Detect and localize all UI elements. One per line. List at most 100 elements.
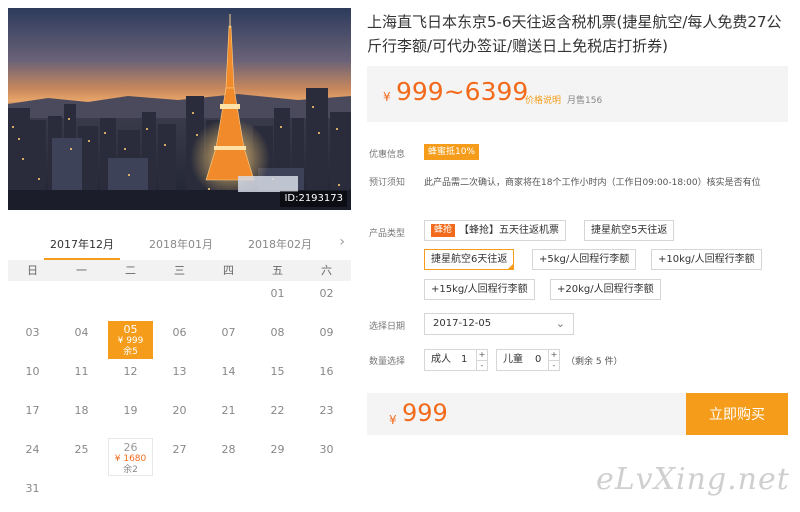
calendar-day-18: 18 (57, 398, 106, 437)
chevron-right-icon[interactable]: › (339, 234, 345, 250)
date-select[interactable]: 2017-12-05 ⌄ (424, 313, 574, 335)
calendar-day-04: 04 (57, 320, 106, 359)
calendar-day-09: 09 (302, 320, 351, 359)
calendar-day-number: 07 (221, 326, 236, 339)
price-range: 999~6399 (396, 77, 529, 106)
child-value: 0 (535, 354, 542, 365)
calendar-day-number: 24 (25, 443, 40, 456)
calendar-day-26[interactable]: 26 ¥ 1680 余2 (108, 438, 153, 476)
weekday-label: 三 (174, 264, 185, 277)
booking-notice-text: 此产品需二次确认，商家将在18个工作小时内（工作日09:00-18:00）核实是… (424, 178, 761, 188)
calendar-day-number: 05 (123, 323, 138, 336)
hot-tag: 蜂抢 (431, 224, 456, 237)
buy-now-button[interactable]: 立即购买 (686, 393, 788, 435)
option-jetstar-5day[interactable]: 捷星航空5天往返 (584, 220, 675, 241)
calendar-day-16: 16 (302, 359, 351, 398)
child-minus-button[interactable]: - (549, 360, 559, 370)
calendar-day-number: 15 (270, 365, 285, 378)
adult-stepper-buttons: + - (476, 350, 487, 370)
calendar-day-24: 24 (8, 437, 57, 476)
calendar-day-30: 30 (302, 437, 351, 476)
weekday-label: 六 (321, 264, 332, 277)
option-plus-5kg[interactable]: +5kg/人回程行李额 (532, 249, 637, 270)
calendar-day-number: 04 (74, 326, 89, 339)
calendar-day-22: 22 (253, 398, 302, 437)
calendar-day-27: 27 (155, 437, 204, 476)
remaining-stock: （剩余 5 件） (566, 357, 623, 367)
option-plus-20kg[interactable]: +20kg/人回程行李额 (550, 279, 661, 300)
calendar-day-number: 19 (123, 404, 138, 417)
calendar-day-number: 28 (221, 443, 236, 456)
calendar-day-19: 19 (106, 398, 155, 437)
adult-quantity-stepper[interactable]: 成人 1 + - (424, 349, 488, 371)
adult-plus-button[interactable]: + (477, 350, 487, 360)
calendar-day-28: 28 (204, 437, 253, 476)
calendar-grid: 01 02 03 04 05 ¥ 999 余5 06 07 08 09 10 11 12 13 14 15 16 1… (8, 281, 351, 512)
calendar-day-number: 31 (25, 482, 40, 495)
price-currency: ¥ (383, 90, 391, 104)
product-type-label: 产品类型 (369, 229, 406, 239)
calendar-day-01: 01 (253, 281, 302, 320)
tab-month-2017-12[interactable]: 2017年12月 (44, 236, 120, 260)
calendar-day-11: 11 (57, 359, 106, 398)
calendar-day-number: 12 (123, 365, 138, 378)
buy-panel: ¥ 999 立即购买 (367, 393, 788, 435)
calendar-day-06: 06 (155, 320, 204, 359)
child-quantity-stepper[interactable]: 儿童 0 + - (496, 349, 560, 371)
option-plus-10kg[interactable]: +10kg/人回程行李额 (651, 249, 762, 270)
chevron-down-icon: ⌄ (555, 317, 565, 330)
child-label: 儿童 (503, 354, 523, 365)
calendar-day-number: 23 (319, 404, 334, 417)
buy-price: 999 (402, 399, 448, 427)
calendar-day-05[interactable]: 05 ¥ 999 余5 (108, 321, 153, 359)
calendar-day-price: ¥ 1680 (114, 454, 147, 464)
calendar-day-29: 29 (253, 437, 302, 476)
calendar-day-21: 21 (204, 398, 253, 437)
calendar-day-number: 17 (25, 404, 40, 417)
option-flash-5day[interactable]: 蜂抢 【蜂抢】五天往返机票 (424, 220, 567, 241)
booking-notice-label: 预订须知 (369, 178, 406, 188)
weekday-label: 日 (27, 264, 38, 277)
weekday-label: 一 (76, 264, 87, 277)
option-jetstar-6day[interactable]: 捷星航空6天往返 (424, 249, 515, 270)
calendar-day-number: 03 (25, 326, 40, 339)
tab-month-2018-01[interactable]: 2018年01月 (149, 236, 213, 252)
calendar-day-number: 01 (270, 287, 285, 300)
calendar-day-14: 14 (204, 359, 253, 398)
child-stepper-buttons: + - (548, 350, 559, 370)
weekday-label: 五 (272, 264, 283, 277)
monthly-sales: 月售156 (567, 96, 603, 106)
price-explanation-link[interactable]: 价格说明 (525, 93, 561, 106)
calendar-day-15: 15 (253, 359, 302, 398)
calendar-day-number: 14 (221, 365, 236, 378)
adult-minus-button[interactable]: - (477, 360, 487, 370)
weekday-label: 四 (223, 264, 234, 277)
calendar-day-08: 08 (253, 320, 302, 359)
calendar-weekday-header: 日一二三四五六 (8, 260, 351, 281)
calendar-day-25: 25 (57, 437, 106, 476)
calendar-day-number: 22 (270, 404, 285, 417)
adult-label: 成人 (431, 354, 451, 365)
month-tabs: 2017年12月 2018年01月 2018年02月 › (8, 232, 351, 260)
calendar-day-number: 18 (74, 404, 89, 417)
calendar-day-31: 31 (8, 476, 57, 512)
tab-month-2018-02[interactable]: 2018年02月 (248, 236, 312, 252)
weekday-label: 二 (125, 264, 136, 277)
calendar-day-number: 20 (172, 404, 187, 417)
option-plus-15kg[interactable]: +15kg/人回程行李额 (424, 279, 535, 300)
child-plus-button[interactable]: + (549, 350, 559, 360)
price-panel: ¥ 999~6399 价格说明 月售156 (367, 66, 788, 122)
calendar-day-13: 13 (155, 359, 204, 398)
calendar-day-number: 21 (221, 404, 236, 417)
promo-badge: 蜂蜜抵10% (424, 144, 480, 160)
option-label: 【蜂抢】五天往返机票 (459, 225, 560, 236)
calendar-day-number: 13 (172, 365, 187, 378)
tokyo-skyline-illustration (8, 14, 351, 210)
calendar-empty-cell (57, 281, 106, 320)
calendar-day-number: 26 (123, 441, 138, 454)
calendar-day-number: 30 (319, 443, 334, 456)
calendar-day-17: 17 (8, 398, 57, 437)
promo-label: 优惠信息 (369, 150, 406, 160)
product-photo: ID:2193173 (8, 8, 351, 210)
calendar-day-remaining: 余5 (123, 347, 138, 357)
